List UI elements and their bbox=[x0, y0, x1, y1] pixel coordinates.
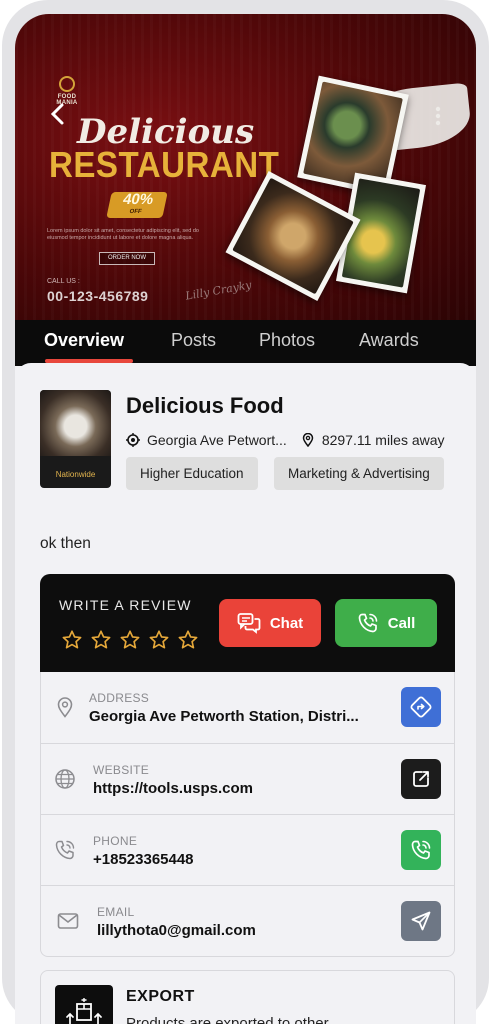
banner-fine-print: Lorem ipsum dolor sit amet, consectetur … bbox=[47, 228, 199, 241]
external-link-icon bbox=[413, 771, 429, 787]
chat-button[interactable]: Chat bbox=[219, 599, 321, 647]
category-chip[interactable]: Higher Education bbox=[126, 457, 258, 490]
phone-value[interactable]: +18523365448 bbox=[93, 851, 368, 868]
mail-icon bbox=[57, 913, 79, 929]
address-row: ADDRESS Georgia Ave Petworth Station, Di… bbox=[41, 672, 454, 743]
tab-photos[interactable]: Photos bbox=[259, 330, 315, 351]
app-screen: FOOD MANIA Delicious RESTAURANT 40% OFF … bbox=[15, 14, 476, 1024]
location-target-icon bbox=[126, 433, 140, 447]
export-description: Products are exported to other bbox=[126, 1015, 329, 1024]
chat-button-label: Chat bbox=[269, 614, 304, 632]
phone-call-icon bbox=[411, 840, 431, 860]
business-description: ok then bbox=[40, 535, 91, 552]
address-key: ADDRESS bbox=[89, 691, 150, 705]
directions-icon bbox=[410, 696, 432, 718]
banner-phone-number: 00-123-456789 bbox=[47, 288, 149, 304]
export-title: EXPORT bbox=[126, 988, 195, 1005]
thumbnail-label: Nationwide bbox=[55, 470, 96, 479]
email-row: EMAIL lillythota0@gmail.com bbox=[41, 885, 454, 956]
call-phone-button[interactable] bbox=[401, 830, 441, 870]
order-now-badge: ORDER NOW bbox=[99, 252, 155, 265]
map-pin-icon bbox=[302, 433, 314, 447]
tab-overview[interactable]: Overview bbox=[44, 330, 124, 351]
website-value[interactable]: https://tools.usps.com bbox=[93, 780, 368, 797]
chat-bubbles-icon bbox=[237, 613, 261, 634]
overview-panel: Nationwide Delicious Food Georgia Ave Pe… bbox=[15, 363, 476, 1024]
address-value: Georgia Ave Petworth Station, Distri... bbox=[89, 708, 359, 725]
phone-call-icon bbox=[358, 613, 378, 633]
star-icon[interactable] bbox=[119, 629, 141, 651]
write-review-label: WRITE A REVIEW bbox=[59, 597, 192, 613]
call-button[interactable]: Call bbox=[335, 599, 437, 647]
export-card: EXPORT Products are exported to other bbox=[40, 970, 455, 1024]
star-rating-input[interactable] bbox=[61, 629, 199, 651]
send-email-button[interactable] bbox=[401, 901, 441, 941]
star-icon[interactable] bbox=[148, 629, 170, 651]
directions-button[interactable] bbox=[401, 687, 441, 727]
category-chip[interactable]: Marketing & Advertising bbox=[274, 457, 444, 490]
tab-posts[interactable]: Posts bbox=[171, 330, 216, 351]
cover-banner: FOOD MANIA Delicious RESTAURANT 40% OFF … bbox=[15, 14, 476, 324]
star-icon[interactable] bbox=[177, 629, 199, 651]
export-icon-box bbox=[55, 985, 113, 1024]
email-key: EMAIL bbox=[97, 905, 135, 919]
globe-icon bbox=[55, 769, 75, 789]
phone-row: PHONE +18523365448 bbox=[41, 814, 454, 885]
back-button[interactable] bbox=[45, 100, 73, 128]
location-row: Georgia Ave Petwort... 8297.11 miles awa… bbox=[126, 431, 445, 449]
chevron-left-icon bbox=[50, 103, 64, 125]
location-text: Georgia Ave Petwort... bbox=[147, 432, 287, 448]
contact-info-list: ADDRESS Georgia Ave Petworth Station, Di… bbox=[40, 672, 455, 957]
website-row: WEBSITE https://tools.usps.com bbox=[41, 743, 454, 814]
send-icon bbox=[411, 911, 431, 931]
star-icon[interactable] bbox=[61, 629, 83, 651]
star-icon[interactable] bbox=[90, 629, 112, 651]
call-us-label: CALL US : bbox=[47, 278, 80, 285]
open-website-button[interactable] bbox=[401, 759, 441, 799]
website-key: WEBSITE bbox=[93, 763, 150, 777]
tab-awards[interactable]: Awards bbox=[359, 330, 419, 351]
discount-badge: 40% OFF bbox=[106, 191, 168, 218]
export-box-icon bbox=[66, 998, 102, 1024]
phone-key: PHONE bbox=[93, 834, 138, 848]
phone-frame: FOOD MANIA Delicious RESTAURANT 40% OFF … bbox=[2, 0, 489, 1024]
location-pin-icon bbox=[57, 697, 73, 718]
email-value[interactable]: lillythota0@gmail.com bbox=[97, 922, 372, 939]
phone-icon bbox=[55, 840, 75, 860]
review-panel: WRITE A REVIEW Chat Call bbox=[40, 574, 455, 672]
distance-text: 8297.11 miles away bbox=[321, 432, 445, 448]
business-thumbnail[interactable]: Nationwide bbox=[40, 390, 111, 488]
business-name: Delicious Food bbox=[126, 393, 284, 418]
call-button-label: Call bbox=[387, 614, 416, 632]
banner-title-main: RESTAURANT bbox=[49, 144, 280, 185]
